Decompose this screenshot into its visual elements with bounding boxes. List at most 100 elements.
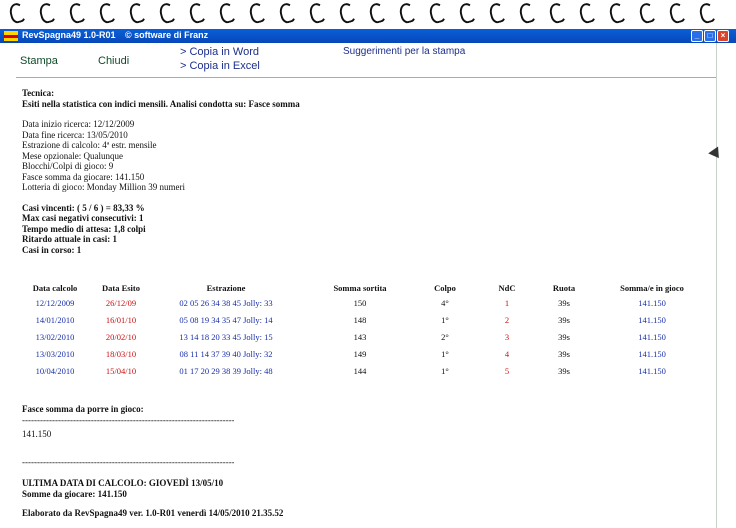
copy-excel-link[interactable]: > Copia in Excel [180,60,260,72]
cell-colpo: 1° [441,348,449,359]
fasce-label: Fasce somma da porre in gioco: [22,404,144,414]
cell-estrazione: 13 14 18 20 33 45 Jolly: 15 [179,331,273,342]
cell-somme-in-gioco: 141.150 [638,365,666,376]
stat-line: Tempo medio di attesa: 1,8 colpi [22,223,146,234]
table-row: 10/04/2010 15/04/10 01 17 20 29 38 39 Jo… [14,362,714,379]
report-footer: Fasce somma da porre in gioco: ---------… [22,404,283,519]
table-row: 13/02/2010 20/02/10 13 14 18 20 33 45 Jo… [14,328,714,345]
cell-data-calcolo: 10/04/2010 [35,365,75,376]
spiral-ring-icon [427,1,448,25]
cell-ndc: 3 [504,331,510,342]
spiral-ring-icon [397,1,418,25]
spiral-ring-icon [637,1,658,25]
cell-data-esito: 16/01/10 [105,314,137,325]
menu-bar: Stampa Chiudi > Copia in Word > Copia in… [0,43,736,77]
cell-ruota: 39s [558,365,570,376]
cell-estrazione: 05 08 19 34 35 47 Jolly: 14 [179,314,273,325]
cell-ruota: 39s [558,297,570,308]
cell-somme-in-gioco: 141.150 [638,348,666,359]
close-button[interactable]: Chiudi [98,55,129,67]
col-header: Data Esito [101,282,140,293]
cell-somma-sortita: 149 [353,348,367,359]
table-row: 12/12/2009 26/12/09 02 05 26 34 38 45 Jo… [14,294,714,311]
info-line: Data fine ricerca: 13/05/2010 [22,129,128,140]
tecnica-description: Esiti nella statistica con indici mensil… [22,98,300,109]
info-line: Mese opzionale: Qualunque [22,150,123,161]
cell-estrazione: 01 17 20 29 38 39 Jolly: 48 [179,365,273,376]
cell-somma-sortita: 150 [353,297,367,308]
print-tips-link[interactable]: Suggerimenti per la stampa [343,46,465,57]
cell-ndc: 2 [504,314,510,325]
info-line: Data inizio ricerca: 12/12/2009 [22,119,135,129]
mouse-cursor-icon [708,146,724,162]
col-header: NdC [498,282,516,293]
spiral-ring-icon [457,1,478,25]
spiral-ring-icon [517,1,538,25]
spiral-ring-icon [7,1,28,25]
stat-line: Ritardo attuale in casi: 1 [22,234,117,244]
spiral-ring-icon [607,1,628,25]
spiral-ring-icon [157,1,178,25]
cell-data-esito: 20/02/10 [105,331,137,342]
spiral-ring-icon [247,1,268,25]
results-table: Data calcolo Data Esito Estrazione Somma… [14,281,714,379]
cell-somme-in-gioco: 141.150 [638,314,666,325]
col-header: Data calcolo [32,282,78,293]
cell-colpo: 4° [441,297,449,308]
copy-word-link[interactable]: > Copia in Word [180,46,259,58]
spiral-ring-icon [577,1,598,25]
spiral-ring-icon [367,1,388,25]
cell-estrazione: 08 11 14 37 39 40 Jolly: 32 [179,348,273,359]
menu-separator [16,77,716,78]
maximize-button[interactable]: □ [704,30,716,42]
spiral-ring-icon [67,1,88,25]
col-header: Colpo [434,282,456,293]
spiral-ring-icon [217,1,238,25]
title-bar: RevSpagna49 1.0-R01 © software di Franz … [0,29,736,43]
info-line: Fasce somma da giocare: 141.150 [22,171,145,182]
cell-data-calcolo: 13/02/2010 [35,331,75,342]
spiral-ring-icon [277,1,298,25]
print-button[interactable]: Stampa [20,55,58,67]
cell-colpo: 1° [441,314,449,325]
info-line: Estrazione di calcolo: 4ª estr. mensile [22,140,157,150]
table-header-row: Data calcolo Data Esito Estrazione Somma… [14,281,714,294]
cell-somme-in-gioco: 141.150 [638,331,666,342]
spiral-ring-icon [667,1,688,25]
spiral-ring-icon [187,1,208,25]
cell-data-calcolo: 13/03/2010 [35,348,75,359]
somme-da-giocare: Somme da giocare: 141.150 [22,488,127,499]
minimize-button[interactable]: _ [691,30,703,42]
spiral-ring-icon [37,1,58,25]
cell-data-esito: 18/03/10 [105,348,137,359]
cell-ruota: 39s [558,348,570,359]
cell-somme-in-gioco: 141.150 [638,297,666,308]
spain-flag-icon [4,31,18,41]
elaborato-line: Elaborato da RevSpagna49 ver. 1.0-R01 ve… [22,508,284,518]
cell-data-esito: 26/12/09 [105,297,137,308]
cell-ruota: 39s [558,331,570,342]
window-subtitle: © software di Franz [125,30,209,40]
info-line: Blocchi/Colpi di gioco: 9 [22,161,114,171]
cell-colpo: 2° [441,331,449,342]
cell-somma-sortita: 143 [353,331,367,342]
cell-data-calcolo: 14/01/2010 [35,314,75,325]
cell-data-calcolo: 12/12/2009 [35,297,75,308]
window-border [716,43,717,528]
info-line: Lotteria di gioco: Monday Million 39 num… [22,182,185,192]
cell-ndc: 5 [504,365,510,376]
close-window-button[interactable]: × [717,30,729,42]
cell-colpo: 1° [441,365,449,376]
cell-data-esito: 15/04/10 [105,365,137,376]
cell-somma-sortita: 144 [353,365,367,376]
col-header: Somma/e in gioco [620,282,684,293]
spiral-ring-icon [547,1,568,25]
ultima-data: ULTIMA DATA DI CALCOLO: GIOVEDÌ 13/05/10 [22,478,224,488]
spiral-ring-icon [97,1,118,25]
stat-line: Max casi negativi consecutivi: 1 [22,213,144,223]
spiral-ring-icon [697,1,718,25]
spiral-ring-icon [307,1,328,25]
col-header: Ruota [552,282,576,293]
stat-line: Casi in corso: 1 [22,244,82,255]
spiral-ring-icon [487,1,508,25]
